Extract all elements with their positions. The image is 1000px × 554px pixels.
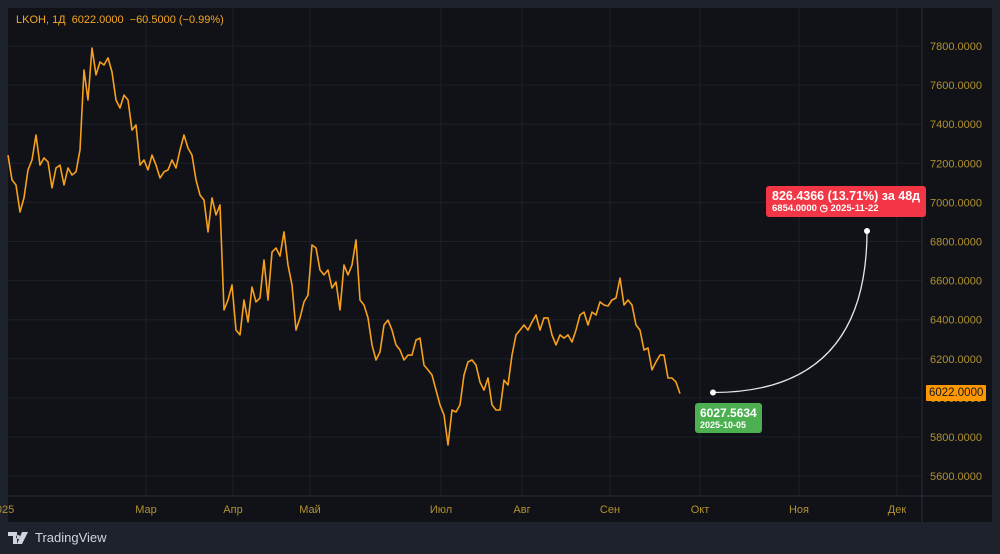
symbol-legend: LKOH, 1Д 6022.0000 −60.5000 (−0.99%) bbox=[16, 14, 230, 26]
y-tick-label: 5800.0000 bbox=[930, 432, 982, 444]
projection-change-text: 826.4366 (13.71%) за 48д bbox=[772, 189, 921, 203]
y-tick-label: 6800.0000 bbox=[930, 237, 982, 249]
tradingview-logo-icon bbox=[8, 531, 28, 544]
price-change: −60.5000 (−0.99%) bbox=[129, 14, 224, 26]
x-tick-label: Май bbox=[299, 504, 321, 516]
projection-end-point[interactable] bbox=[864, 227, 870, 234]
y-tick-label: 7000.0000 bbox=[930, 197, 982, 209]
symbol-name: LKOH, 1Д bbox=[16, 14, 66, 26]
y-tick-label: 6600.0000 bbox=[930, 276, 982, 288]
x-tick-label: Мар bbox=[135, 504, 157, 516]
projection-start-price: 6027.5634 bbox=[700, 406, 757, 420]
projection-end-price: 6854.0000 bbox=[772, 203, 817, 214]
x-tick-label: Окт bbox=[691, 504, 710, 516]
projection-start-date: 2025-10-05 bbox=[700, 420, 747, 430]
y-tick-label: 6400.0000 bbox=[930, 315, 982, 327]
last-price: 6022.0000 bbox=[71, 14, 124, 26]
y-tick-label: 7800.0000 bbox=[930, 41, 982, 53]
y-tick-label: 7400.0000 bbox=[930, 119, 982, 131]
x-tick-label: 2025 bbox=[0, 504, 14, 516]
x-tick-label: Июл bbox=[430, 504, 452, 516]
y-tick-label: 5600.0000 bbox=[930, 471, 982, 483]
footer-brand[interactable]: TradingView bbox=[8, 530, 107, 545]
clock-icon: ◷ bbox=[819, 203, 828, 214]
y-tick-label: 6200.0000 bbox=[930, 354, 982, 366]
projection-end-info: 6854.0000 ◷ 2025-11-22 bbox=[772, 203, 920, 214]
projection-end-date: 2025-11-22 bbox=[830, 203, 879, 214]
brand-name: TradingView bbox=[35, 530, 107, 545]
last-price-marker: 6022.0000 bbox=[926, 385, 987, 401]
y-tick-label: 7200.0000 bbox=[930, 158, 982, 170]
projection-start-point[interactable] bbox=[710, 389, 716, 396]
price-chart[interactable]: 5600.00005800.00006000.00006200.00006400… bbox=[0, 0, 1000, 554]
x-tick-label: Дек bbox=[888, 504, 907, 516]
x-tick-label: Авг bbox=[513, 504, 530, 516]
y-tick-label: 7600.0000 bbox=[930, 80, 982, 92]
x-tick-label: Апр bbox=[223, 504, 242, 516]
projection-start-label: 6027.5634 2025-10-05 bbox=[695, 403, 762, 433]
projection-change-label: 826.4366 (13.71%) за 48д 6854.0000 ◷ 202… bbox=[766, 186, 927, 217]
x-tick-label: Сен bbox=[600, 504, 620, 516]
x-tick-label: Ноя bbox=[789, 504, 809, 516]
